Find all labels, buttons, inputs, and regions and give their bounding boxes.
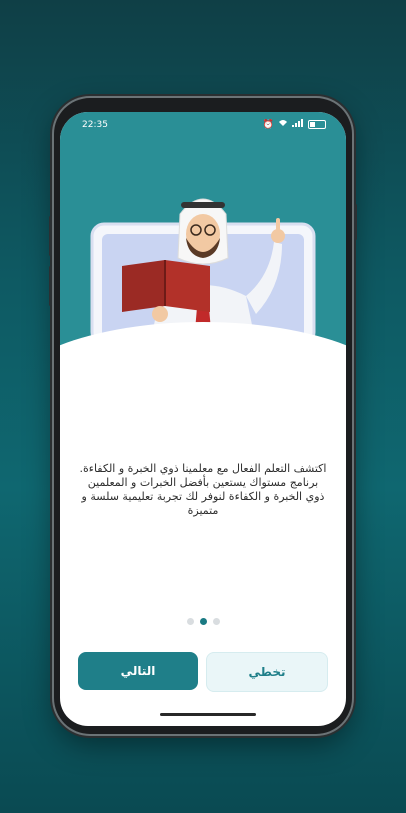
status-icons: ⏰ [263, 119, 326, 130]
wifi-icon [278, 119, 288, 130]
volume-button-lower [49, 266, 52, 306]
onboarding-headline: اكتشف التعلم الفعال مع معلمينا ذوي الخبر… [79, 462, 327, 475]
page-indicator [60, 618, 346, 625]
onboarding-actions: التالي تخطي [78, 652, 328, 692]
volume-button [49, 216, 52, 256]
onboarding-text: اكتشف التعلم الفعال مع معلمينا ذوي الخبر… [78, 462, 328, 518]
power-button [354, 204, 357, 240]
status-time: 22:35 [82, 120, 108, 130]
onboarding-description: برنامج مستواك يستعين بأفضل الخبرات و الم… [81, 476, 325, 517]
home-indicator[interactable] [160, 713, 256, 716]
screen: 22:35 ⏰ اكتشف التعلم الفعال مع معلمينا ذ… [60, 112, 346, 726]
battery-icon [308, 120, 326, 129]
status-bar: 22:35 ⏰ [60, 112, 346, 138]
next-button[interactable]: التالي [78, 652, 198, 690]
page-dot-1[interactable] [186, 618, 194, 625]
page-dot-2-active[interactable] [199, 618, 207, 625]
hero-illustration-area [60, 112, 346, 382]
phone-frame: 22:35 ⏰ اكتشف التعلم الفعال مع معلمينا ذ… [49, 98, 357, 734]
page-dot-3[interactable] [212, 618, 220, 625]
alarm-icon: ⏰ [262, 119, 274, 130]
signal-icon [292, 119, 304, 130]
skip-button[interactable]: تخطي [206, 652, 328, 692]
